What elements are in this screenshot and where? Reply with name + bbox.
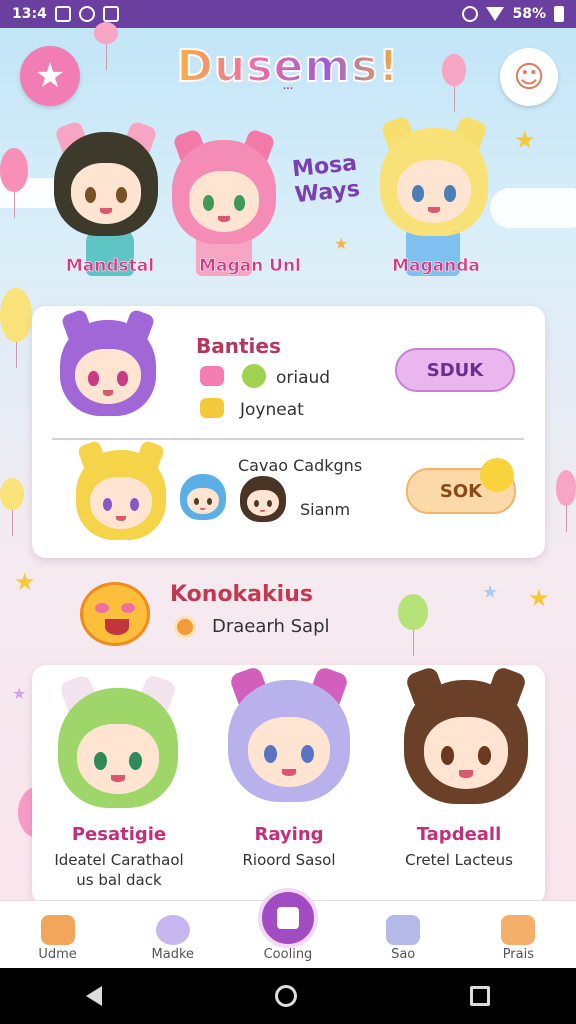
sduk-button[interactable]: SDUK <box>395 348 515 392</box>
balloon-decoration <box>0 478 24 536</box>
alarm-icon <box>462 6 479 22</box>
system-navigation-bar <box>0 968 576 1024</box>
card-divider <box>52 438 524 440</box>
section-subtitle[interactable]: Draearh Sapl <box>212 616 330 637</box>
nav-label: Prais <box>502 947 534 962</box>
wifi-icon <box>486 7 505 21</box>
nav-label: Cooling <box>263 947 313 962</box>
nav-madke[interactable]: Madke <box>123 915 223 962</box>
pink-cloud-icon <box>200 366 224 386</box>
section-title: Konokakius <box>170 582 313 607</box>
coin-icon <box>174 616 196 638</box>
center-action-button[interactable] <box>258 888 318 948</box>
balloon-decoration <box>94 22 118 70</box>
yellow-sparkle-icon <box>200 398 224 418</box>
nav-label: Madke <box>151 947 195 962</box>
character-avatar <box>54 119 158 236</box>
character-avatar <box>228 665 350 802</box>
star-decoration: ★ <box>514 126 536 154</box>
balloon-decoration <box>556 470 576 532</box>
character-name: Raying <box>254 824 324 845</box>
yellow-character-avatar <box>76 439 166 540</box>
laughing-emoji-icon <box>80 582 150 646</box>
balloon-decoration <box>442 54 466 112</box>
app-notification-icon <box>102 6 119 22</box>
character-description: Ideatel Carathaol us bal dack <box>54 851 184 889</box>
book-icon <box>277 907 299 929</box>
character-name: Magan Unl <box>199 256 301 277</box>
crossed-tools-icon <box>501 915 536 945</box>
nav-label: Sao <box>391 947 416 962</box>
star-decoration: ★ <box>528 584 550 612</box>
star-decoration: ★ <box>334 234 349 253</box>
character-avatar <box>58 674 178 808</box>
star-decoration: ★ <box>482 582 499 603</box>
blue-character-avatar <box>180 474 226 520</box>
battery-percent: 58% <box>512 6 546 22</box>
back-icon[interactable] <box>86 986 103 1006</box>
sticker-text: Mosa Ways <box>290 150 361 209</box>
clock-icon <box>155 915 190 945</box>
character-name: Tapdeall <box>416 824 502 845</box>
star-decoration: ★ <box>12 684 27 703</box>
clock: 13:4 <box>12 6 47 22</box>
recents-icon[interactable] <box>469 986 490 1006</box>
card-line-2: Joyneat <box>240 400 304 420</box>
nav-label: Udme <box>38 947 77 962</box>
smiley-sticker-icon <box>480 458 514 492</box>
green-smiley-icon <box>242 364 266 388</box>
row-subtitle: Sianm <box>300 500 351 519</box>
cloud-decoration <box>490 188 576 228</box>
brown-character-avatar <box>240 476 286 522</box>
app-logo: Dusems! ... <box>172 41 404 106</box>
character-avatar <box>404 665 528 804</box>
character-description: Rioord Sasol <box>242 851 336 869</box>
star-decoration: ★ <box>14 568 36 596</box>
smiley-icon: ☺ <box>513 59 545 95</box>
character-avatar <box>380 115 488 236</box>
balloon-decoration <box>0 288 32 368</box>
row-title: Cavao Cadkgns <box>238 456 363 475</box>
tag-icon <box>386 915 421 945</box>
nav-home[interactable]: Udme <box>8 915 108 962</box>
nav-sao[interactable]: Sao <box>353 915 453 962</box>
purple-character-avatar <box>60 308 156 416</box>
balloon-decoration <box>398 594 428 656</box>
mascot-button[interactable]: ☺ <box>500 48 558 106</box>
character-name: Mandstal <box>65 256 155 277</box>
card-title: Banties <box>196 334 281 358</box>
house-icon <box>40 915 75 945</box>
battery-icon <box>554 6 564 22</box>
star-icon: ★ <box>34 56 66 96</box>
status-bar: 13:4 58% <box>0 0 576 28</box>
balloon-decoration <box>0 148 28 218</box>
character-name: Pesatigie <box>71 824 167 845</box>
home-icon[interactable] <box>274 985 297 1007</box>
gallery-notification-icon <box>54 6 71 22</box>
sync-notification-icon <box>78 6 95 22</box>
card-line-1: oriaud <box>276 368 331 388</box>
nav-prais[interactable]: Prais <box>468 915 568 962</box>
character-avatar <box>172 127 276 244</box>
character-description: Cretel Lacteus <box>405 851 513 869</box>
character-name: Maganda <box>392 256 480 277</box>
favorites-star-button[interactable]: ★ <box>20 46 80 106</box>
